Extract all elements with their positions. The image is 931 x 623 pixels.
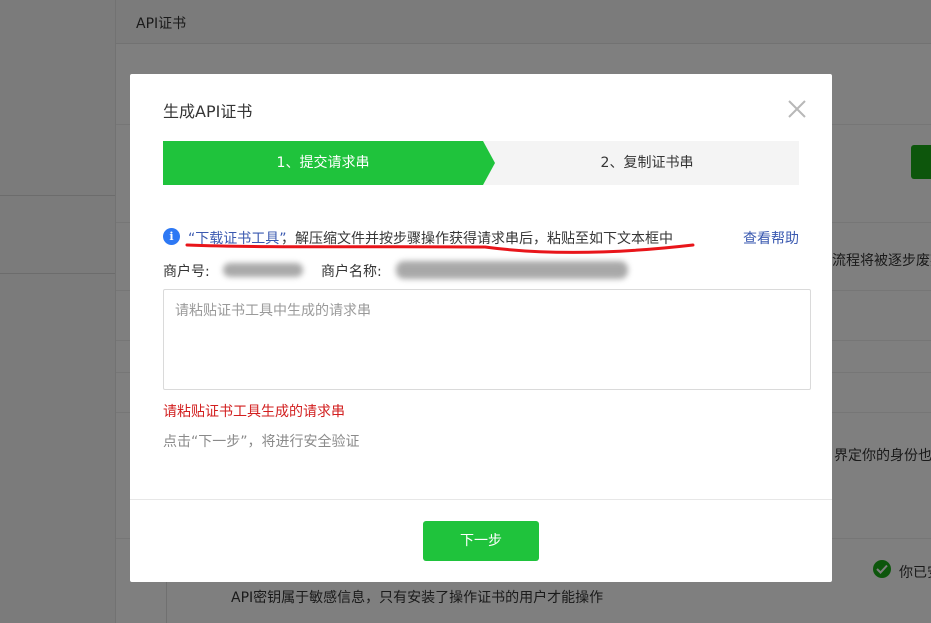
step-indicator: 1、提交请求串 2、复制证书串: [163, 141, 799, 185]
modal-title: 生成API证书: [163, 102, 253, 121]
security-hint: 点击“下一步”，将进行安全验证: [163, 434, 360, 450]
request-string-input[interactable]: [163, 289, 811, 390]
close-icon[interactable]: [786, 98, 808, 120]
view-help-link[interactable]: 查看帮助: [743, 228, 799, 248]
error-message: 请粘贴证书工具生成的请求串: [163, 404, 345, 420]
merchant-info-row: 商户号: 商户名称:: [163, 259, 799, 280]
info-icon: i: [163, 228, 180, 245]
step-copy-cert: 2、复制证书串: [600, 155, 694, 171]
merchant-name-label: 商户名称:: [321, 264, 382, 280]
next-step-button[interactable]: 下一步: [423, 521, 539, 561]
generate-cert-modal: 生成API证书 1、提交请求串 2、复制证书串 i “下载证书工具” ，解压缩文…: [130, 74, 832, 582]
merchant-id-redacted: [223, 263, 303, 277]
step-submit-request: 1、提交请求串: [276, 155, 370, 171]
merchant-name-redacted: [396, 261, 628, 279]
footer-divider: [130, 499, 832, 500]
red-annotation-underline: [185, 243, 695, 254]
merchant-id-label: 商户号:: [163, 264, 210, 280]
